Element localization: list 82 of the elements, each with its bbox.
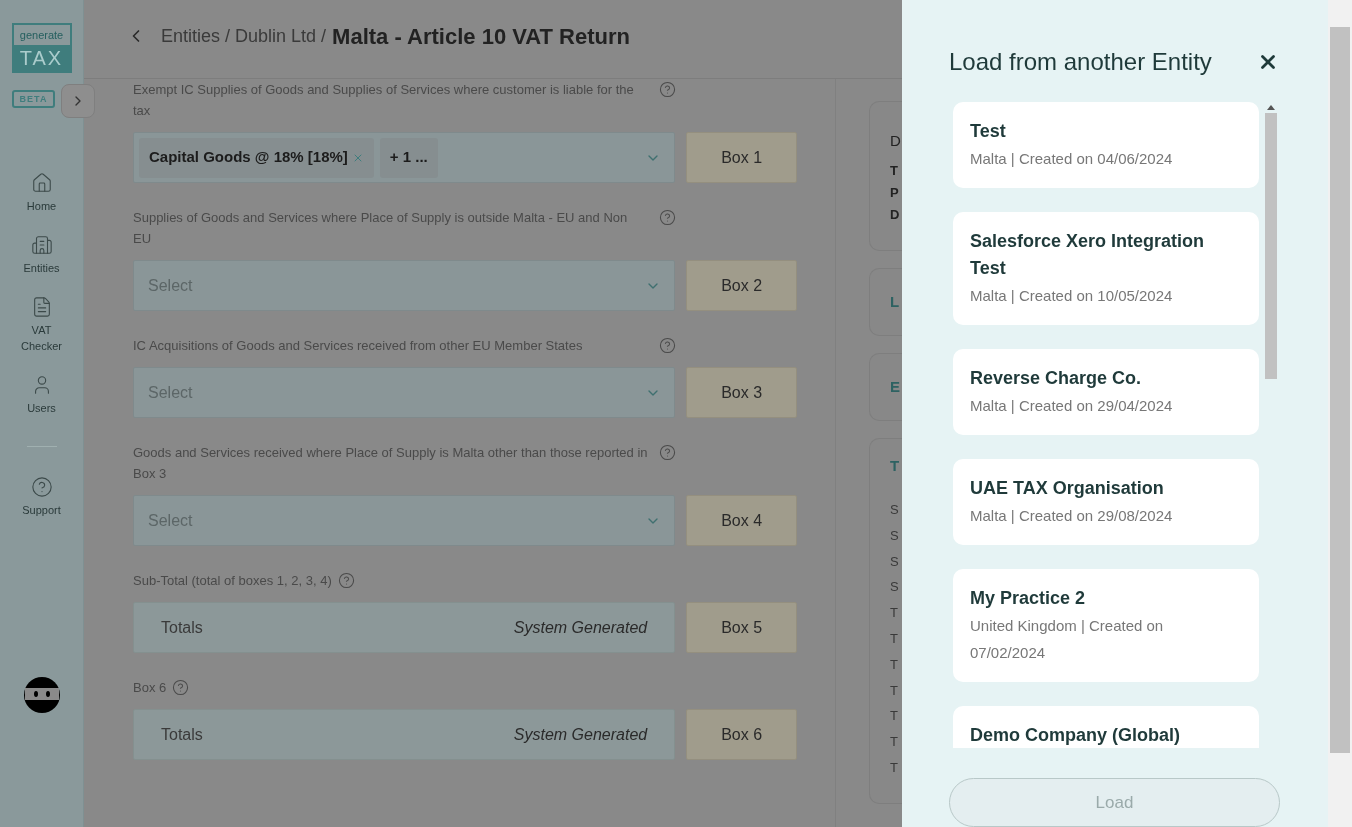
nav-item[interactable]: VAT Checker xyxy=(6,296,77,354)
totals-label: Totals xyxy=(161,617,203,638)
entity-card[interactable]: My Practice 2 United Kingdom | Created on 07/02/2024 xyxy=(953,569,1259,682)
entity-card[interactable]: Salesforce Xero Integration Test Malta | Created on 10/05/2024 xyxy=(953,212,1259,325)
entity-name: Reverse Charge Co. xyxy=(970,367,1143,390)
card-title: E xyxy=(890,377,901,397)
card-title: D xyxy=(890,131,902,151)
entity-card[interactable]: Demo Company (Global) xyxy=(953,706,1259,748)
entity-card[interactable]: Test Malta | Created on 04/06/2024 xyxy=(953,102,1259,188)
card-line: T xyxy=(890,681,899,700)
field-label: Sub-Total (total of boxes 1, 2, 3, 4) xyxy=(133,572,332,590)
help-icon[interactable] xyxy=(172,679,190,696)
card-line: T xyxy=(890,655,899,674)
totals-label: Totals xyxy=(161,724,203,745)
system-generated-note: System Generated xyxy=(513,617,648,638)
card-line: T xyxy=(890,604,899,623)
nav-label: Users xyxy=(26,401,57,416)
beta-badge: BETA xyxy=(11,90,56,108)
entity-meta: Malta | Created on 29/08/2024 xyxy=(970,506,1174,526)
entity-name: My Practice 2 xyxy=(970,587,1087,610)
entity-name: Demo Company (Global) xyxy=(970,724,1181,747)
field-label: Exempt IC Supplies of Goods and Supplies of Services where customer is liable for the tax xyxy=(133,81,635,120)
help-icon[interactable] xyxy=(659,81,676,98)
logo-text: generate xyxy=(19,28,64,43)
box-button[interactable]: Box 1 xyxy=(686,132,797,183)
expand-button[interactable] xyxy=(61,84,95,118)
box-button[interactable]: Box 3 xyxy=(686,367,797,418)
card-line: S xyxy=(890,578,900,597)
box-button[interactable]: Box 6 xyxy=(686,709,797,760)
buildings-icon xyxy=(30,234,53,256)
entity-meta: Malta | Created on 29/04/2024 xyxy=(970,396,1174,416)
page-title: Malta - Article 10 VAT Return xyxy=(332,22,630,51)
card-line: T xyxy=(890,630,899,648)
logo-text: TAX xyxy=(13,45,70,71)
nav-label: VAT Checker xyxy=(20,323,63,354)
card-line: S xyxy=(890,552,900,571)
nav-item[interactable]: Home xyxy=(6,172,77,214)
card-line: S xyxy=(890,526,900,545)
box-button[interactable]: Box 4 xyxy=(686,495,797,546)
help-icon[interactable] xyxy=(659,337,676,354)
card-title: L xyxy=(890,292,901,312)
entity-card[interactable]: Reverse Charge Co. Malta | Created on 29/04/2024 xyxy=(953,349,1259,435)
entity-name: UAE TAX Organisation xyxy=(970,477,1165,500)
card-line: P xyxy=(890,184,900,202)
card-line: T xyxy=(890,758,899,777)
help-icon[interactable] xyxy=(659,209,676,226)
breadcrumb: Entities / Dublin Ltd / xyxy=(161,24,327,48)
entity-meta: Malta | Created on 10/05/2024 xyxy=(970,286,1174,306)
box-button[interactable]: Box 2 xyxy=(686,260,797,311)
entity-name: Test xyxy=(970,120,1007,143)
field-label: IC Acquisitions of Goods and Services received from other EU Member States xyxy=(133,337,583,355)
nav-item[interactable]: Entities xyxy=(6,234,77,276)
card-line: S xyxy=(890,501,900,519)
card-line: T xyxy=(890,733,899,752)
field-label: Supplies of Goods and Services where Place of Supply is outside Malta - EU and Non EU xyxy=(133,209,629,248)
entity-name: Salesforce Xero Integration Test xyxy=(970,230,1206,280)
avatar-icon[interactable] xyxy=(23,676,60,713)
help-icon[interactable] xyxy=(337,572,355,589)
field-label: Box 6 xyxy=(133,679,167,697)
card-line: T xyxy=(890,707,899,726)
nav-item[interactable]: Support xyxy=(22,476,61,519)
selected-chip[interactable]: + 1 ... xyxy=(379,137,438,178)
selected-chip[interactable]: Capital Goods @ 18% [18%] xyxy=(139,137,374,178)
box-button[interactable]: Box 5 xyxy=(686,602,797,653)
select-field[interactable]: Capital Goods @ 18% [18%] + 1 ... xyxy=(133,132,676,183)
help-icon xyxy=(30,476,53,498)
nav-item[interactable]: Users xyxy=(6,374,77,416)
nav-label: Home xyxy=(25,199,58,214)
nav-label: Support xyxy=(22,503,61,518)
scrollbar[interactable] xyxy=(1328,0,1352,827)
panel-title: Load from another Entity xyxy=(949,47,1212,77)
scroll-up-icon[interactable] xyxy=(1267,105,1275,110)
entity-meta: Malta | Created on 04/06/2024 xyxy=(970,149,1174,169)
help-icon[interactable] xyxy=(659,444,676,461)
entity-meta: United Kingdom | Created on 07/02/2024 xyxy=(970,616,1165,663)
card-title: T xyxy=(890,456,901,476)
nav-label: Entities xyxy=(22,261,61,276)
card-line: T xyxy=(890,162,899,180)
home-icon xyxy=(30,172,53,194)
entity-card[interactable]: UAE TAX Organisation Malta | Created on 29/08/2024 xyxy=(953,459,1259,545)
system-generated-note: System Generated xyxy=(513,724,648,745)
card-line: D xyxy=(890,206,901,224)
